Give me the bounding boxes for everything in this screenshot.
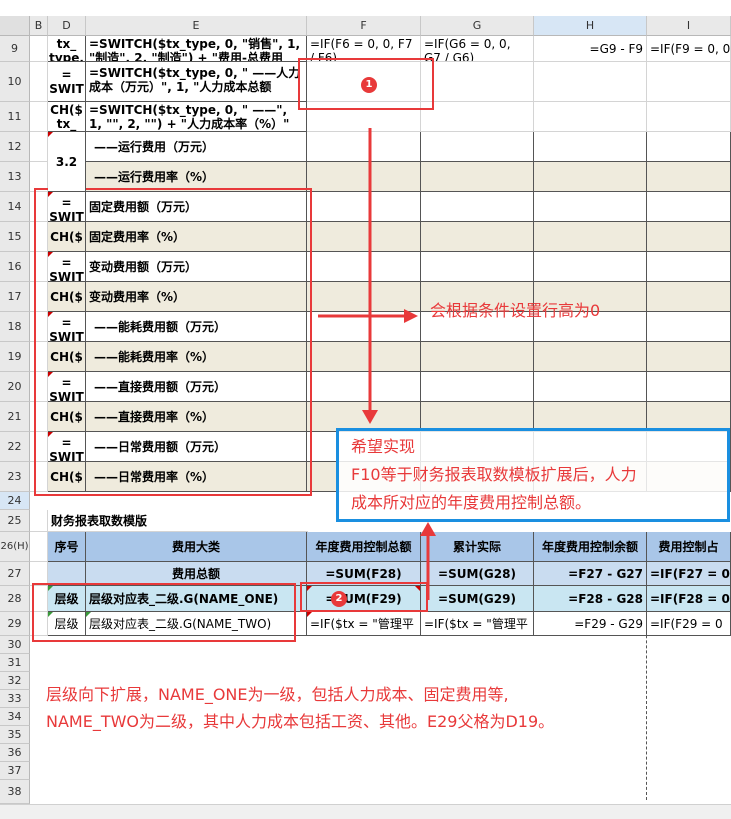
wish-line-1: 希望实现 <box>351 437 416 456</box>
wish-line-2: F10等于财务报表取数模板扩展后，人力 <box>351 465 637 484</box>
expand-note-line-2: NAME_TWO为二级，其中人力成本包括工资、其他。E29父格为D19。 <box>46 712 555 731</box>
wish-line-3: 成本所对应的年度费用控制总额。 <box>351 493 592 512</box>
cell-d12[interactable]: 3.2 <box>48 132 86 192</box>
row-height-note: 会根据条件设置行高为0 <box>430 301 601 320</box>
horizontal-scrollbar[interactable] <box>0 804 731 819</box>
spreadsheet[interactable]: B D E F G H I 9 tx_ type, =SWITCH($tx_ty… <box>0 0 731 819</box>
wish-note-box: 希望实现 F10等于财务报表取数模板扩展后，人力 成本所对应的年度费用控制总额。 <box>336 428 730 522</box>
expand-note-line-1: 层级向下扩展，NAME_ONE为一级，包括人力成本、固定费用等, <box>46 685 509 704</box>
